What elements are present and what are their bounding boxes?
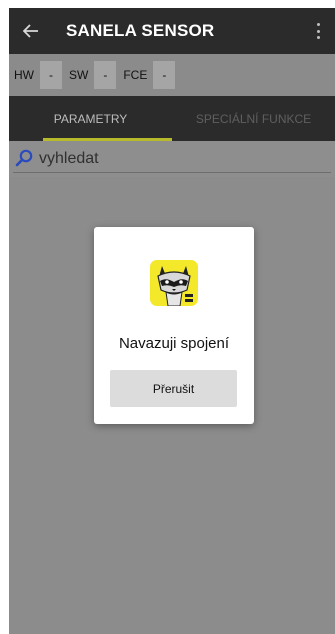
hw-value: - — [40, 61, 62, 89]
hw-label: HW — [14, 68, 34, 82]
tab-specialni-funkce[interactable]: SPECIÁLNÍ FUNKCE — [172, 96, 335, 141]
fce-value: - — [153, 61, 176, 89]
cancel-button[interactable]: Přerušit — [110, 370, 237, 407]
search-icon — [15, 149, 33, 167]
fce-label: FCE — [123, 68, 148, 82]
dialog-message: Navazuji spojení — [118, 335, 230, 352]
app-title: SANELA SENSOR — [66, 21, 215, 40]
more-vertical-icon — [317, 23, 321, 39]
search-bar — [9, 141, 335, 177]
connecting-dialog: Navazuji spojení Přerušit — [94, 227, 254, 424]
overflow-menu-button[interactable] — [309, 8, 329, 54]
search-underline — [13, 172, 331, 173]
sw-value: - — [94, 61, 117, 89]
tab-bar: PARAMETRY SPECIÁLNÍ FUNKCE — [9, 96, 335, 141]
raccoon-logo-icon — [150, 260, 198, 306]
search-input[interactable] — [39, 147, 329, 171]
back-button[interactable] — [9, 8, 53, 54]
top-app-bar: SANELA SENSOR — [9, 8, 335, 54]
sw-label: SW — [69, 68, 89, 82]
tab-parametry[interactable]: PARAMETRY — [9, 96, 172, 141]
arrow-left-icon — [23, 24, 38, 38]
device-info-bar: HW - SW - FCE - — [9, 54, 335, 96]
